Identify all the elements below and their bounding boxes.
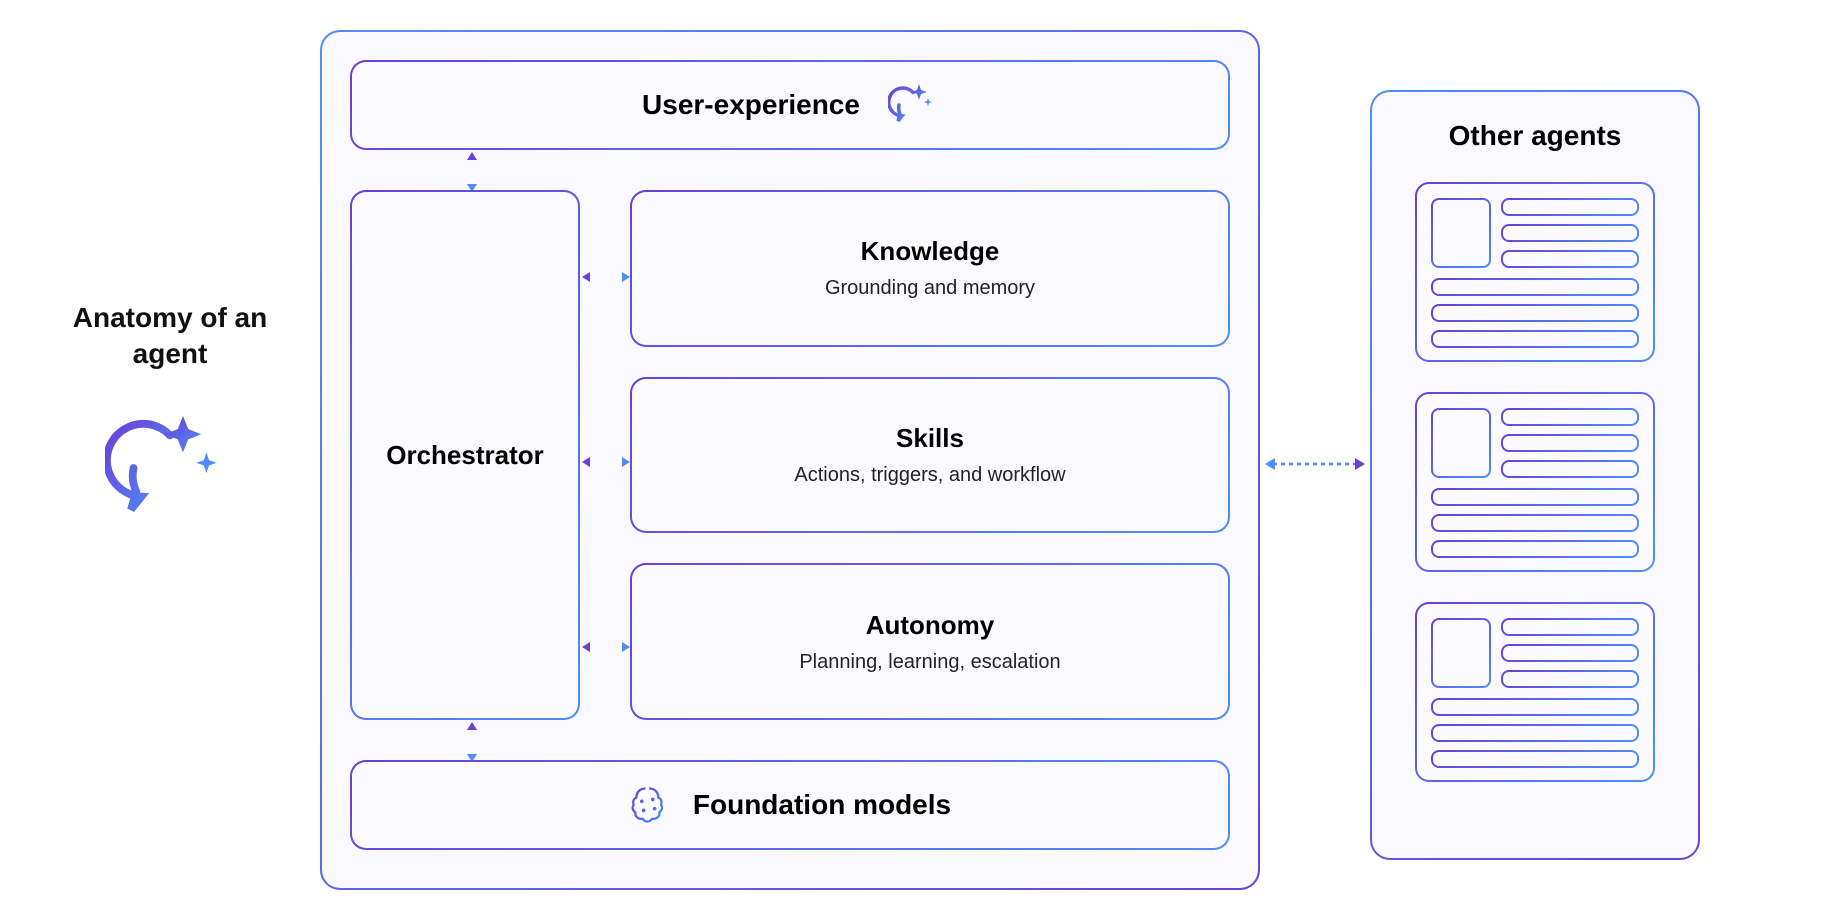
autonomy-card: Autonomy Planning, learning, escalation <box>630 563 1230 720</box>
skills-title: Skills <box>896 423 964 454</box>
chat-sparkle-icon <box>105 403 235 533</box>
skills-subtitle: Actions, triggers, and workflow <box>794 464 1065 487</box>
middle-row: Orchestrator Knowledge Grounding and mem… <box>350 190 1230 720</box>
user-experience-card: User-experience <box>350 60 1230 150</box>
orchestrator-card: Orchestrator <box>350 190 580 720</box>
bidir-dotted-arrow-icon <box>1265 452 1365 476</box>
knowledge-subtitle: Grounding and memory <box>825 277 1035 300</box>
modules-column: Knowledge Grounding and memory Skills Ac… <box>630 190 1230 720</box>
agent-thumbnail <box>1415 602 1655 782</box>
other-agents-title: Other agents <box>1449 120 1622 152</box>
bidir-arrow-horizontal-icon <box>582 637 630 657</box>
skills-card: Skills Actions, triggers, and workflow <box>630 377 1230 534</box>
foundation-models-card: Foundation models <box>350 760 1230 850</box>
agent-thumbnail <box>1415 392 1655 572</box>
autonomy-subtitle: Planning, learning, escalation <box>799 651 1060 674</box>
foundation-label: Foundation models <box>693 789 951 821</box>
bidir-arrow-horizontal-icon <box>582 452 630 472</box>
diagram-title: Anatomy of an agent <box>40 300 300 373</box>
agent-thumbnail <box>1415 182 1655 362</box>
agent-anatomy-container: User-experience Orchestrator Knowledge G… <box>320 30 1260 890</box>
orchestrator-label: Orchestrator <box>386 440 544 471</box>
autonomy-title: Autonomy <box>866 610 995 641</box>
other-agents-container: Other agents <box>1370 90 1700 860</box>
user-experience-label: User-experience <box>642 89 860 121</box>
bidir-arrow-vertical-icon <box>462 722 482 762</box>
chat-sparkle-icon <box>888 80 938 130</box>
knowledge-card: Knowledge Grounding and memory <box>630 190 1230 347</box>
diagram-title-block: Anatomy of an agent <box>40 300 300 538</box>
brain-icon <box>629 783 673 827</box>
bidir-arrow-vertical-icon <box>462 152 482 192</box>
knowledge-title: Knowledge <box>861 236 1000 267</box>
bidir-arrow-horizontal-icon <box>582 267 630 287</box>
